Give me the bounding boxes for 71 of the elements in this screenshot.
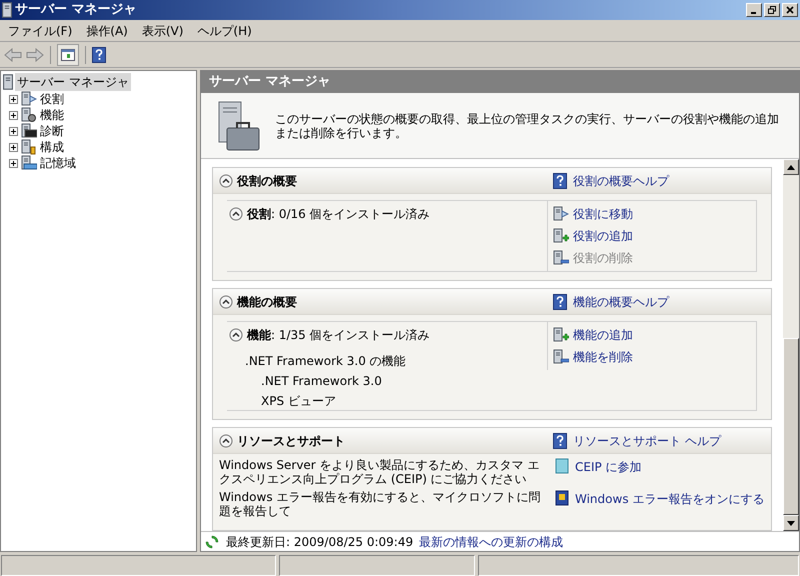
minimize-button[interactable] [746,3,762,17]
restore-icon [768,6,776,14]
summary-text: 役割: 0/16 個をインストール済み [247,206,430,223]
tree-item[interactable]: 機能 [40,106,64,124]
server-page-icon [21,91,37,107]
tree-item[interactable]: 記憶域 [40,154,76,172]
expand-icon[interactable] [9,142,18,152]
expand-icon[interactable] [9,94,18,104]
monitor-icon [21,123,37,139]
menu-item[interactable]: ファイル(F) [8,22,72,40]
server-tools-icon [21,139,37,155]
description-text: このサーバーの状態の概要の取得、最上位の管理タスクの実行、サーバーの役割や機能の追加または削除を行います。 [275,112,780,140]
window-title: サーバー マネージャ [15,1,137,20]
refresh-settings-link[interactable]: 最新の情報への更新の構成 [419,532,564,550]
server-icon [3,74,13,90]
installed-feature: .NET Framework 3.0 [261,373,383,390]
scroll-down-icon[interactable] [787,520,795,526]
tree-item[interactable]: サーバー マネージャ [15,73,131,91]
content-title: サーバー マネージャ [209,73,331,92]
server-plus-icon [553,327,569,343]
action-link[interactable]: 機能を削除 [573,348,633,366]
restore-button[interactable] [764,3,780,17]
help-icon [553,172,567,188]
server-minus-icon [553,349,569,365]
server-icon [2,2,12,18]
expand-icon[interactable] [9,158,18,168]
tree-item[interactable]: 診断 [40,122,64,140]
resource-link[interactable]: Windows エラー報告をオンにする [575,490,764,508]
section-title: 役割の概要 [237,172,297,190]
menu-item[interactable]: ヘルプ(H) [197,22,252,40]
section-title: 機能の概要 [237,294,297,310]
summary-text: 機能: 1/35 個をインストール済み [247,327,430,344]
expand-icon[interactable] [9,126,18,136]
help-link[interactable]: 役割の概要ヘルプ [573,172,669,190]
server-minus-icon [553,250,569,266]
window-icon [555,490,569,506]
menu-item[interactable]: 操作(A) [86,22,128,40]
collapse-icon[interactable] [229,207,243,221]
action-link[interactable]: 役割に移動 [573,205,633,223]
show-hide-tree-button[interactable] [57,44,79,66]
resource-link[interactable]: CEIP に参加 [575,458,642,476]
collapse-icon[interactable] [219,174,233,188]
action-link[interactable]: 機能の追加 [573,326,633,344]
installed-feature: XPS ビューア [261,393,337,410]
tree-item[interactable]: 役割 [40,90,64,108]
scrollbar[interactable] [783,159,799,531]
server-disk-icon [21,155,37,171]
installed-feature: .NET Framework 3.0 の機能 [245,353,407,370]
section-title: リソースとサポート [237,432,345,450]
panel-icon [61,48,75,60]
help-icon [92,46,106,62]
tree-item[interactable]: 構成 [40,138,64,156]
collapse-icon[interactable] [219,294,233,308]
help-icon [553,432,567,448]
resource-text: Windows エラー報告を有効にすると、マイクロソフトに問題を報告して [219,490,542,518]
server-plus-icon [553,228,569,244]
close-button[interactable] [782,3,798,17]
help-icon [553,294,567,310]
expand-icon[interactable] [9,110,18,120]
server-page-icon [553,206,569,222]
close-icon [786,6,794,14]
scroll-up-icon[interactable] [787,164,795,170]
resource-text: Windows Server をより良い製品にするため、カスタマ エクスペリエンス向上プログラム (CEIP) にご協力ください [219,458,540,486]
last-updated-text: 最終更新日: 2009/08/25 0:09:49 [226,534,414,550]
collapse-icon[interactable] [229,328,243,342]
collapse-icon[interactable] [219,434,233,448]
menu-item[interactable]: 表示(V) [142,22,184,40]
refresh-icon[interactable] [204,534,220,550]
action-link[interactable]: 役割の追加 [573,227,633,245]
help-link[interactable]: リソースとサポート ヘルプ [573,432,721,450]
help-link[interactable]: 機能の概要ヘルプ [573,292,669,310]
